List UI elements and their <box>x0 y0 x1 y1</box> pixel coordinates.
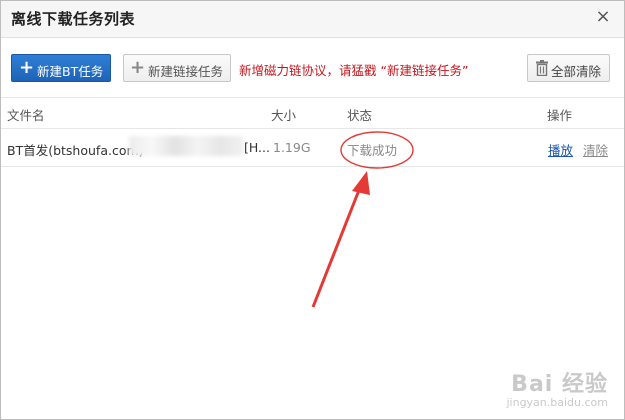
trash-icon <box>536 60 548 76</box>
delete-link[interactable]: 清除 <box>583 140 608 159</box>
column-header-actions: 操作 <box>547 108 573 123</box>
status-cell: 下载成功 <box>347 143 398 158</box>
new-link-task-label: 新建链接任务 <box>148 64 224 79</box>
clear-all-button[interactable]: 全部清除 <box>527 54 610 82</box>
watermark-brand: Bai 经验 <box>511 372 608 397</box>
new-bt-task-button[interactable]: + 新建BT任务 <box>11 54 111 82</box>
magnet-link-notice: 新增磁力链协议，请猛戳 “新建链接任务” <box>239 63 469 78</box>
dialog-title: 离线下载任务列表 <box>11 10 136 28</box>
toolbar: + 新建BT任务 + 新建链接任务 新增磁力链协议，请猛戳 “新建链接任务” 全… <box>1 38 624 96</box>
new-link-task-button[interactable]: + 新建链接任务 <box>123 54 231 82</box>
filename-cell-end: [H... <box>244 140 270 155</box>
play-link[interactable]: 播放 <box>548 140 573 159</box>
clear-all-label: 全部清除 <box>551 64 602 79</box>
baidu-jingyan-watermark: Bai 经验 jingyan.baidu.com <box>506 366 608 409</box>
redacted-filename-region <box>129 136 244 156</box>
offline-download-dialog: 离线下载任务列表 × + 新建BT任务 + 新建链接任务 新增磁力链协议，请猛戳… <box>0 0 625 420</box>
annotation-arrow-shaft <box>311 184 363 308</box>
size-cell: 1.19G <box>273 140 311 155</box>
column-header-status: 状态 <box>347 108 373 123</box>
plus-icon: + <box>130 57 146 78</box>
watermark-url: jingyan.baidu.com <box>506 396 608 409</box>
table-header: 文件名 大小 状态 操作 <box>1 97 624 129</box>
plus-icon: + <box>19 57 35 78</box>
new-bt-task-label: 新建BT任务 <box>37 64 104 79</box>
table-row: BT首发(btshoufa.com) [H... 1.19G 下载成功 播放 清… <box>1 128 624 167</box>
annotation-arrow-head <box>352 171 370 195</box>
column-header-filename: 文件名 <box>7 108 45 123</box>
column-header-size: 大小 <box>271 108 297 123</box>
dialog-titlebar: 离线下载任务列表 × <box>1 1 624 38</box>
close-icon[interactable]: × <box>594 7 612 27</box>
filename-cell: BT首发(btshoufa.com) <box>7 143 144 158</box>
